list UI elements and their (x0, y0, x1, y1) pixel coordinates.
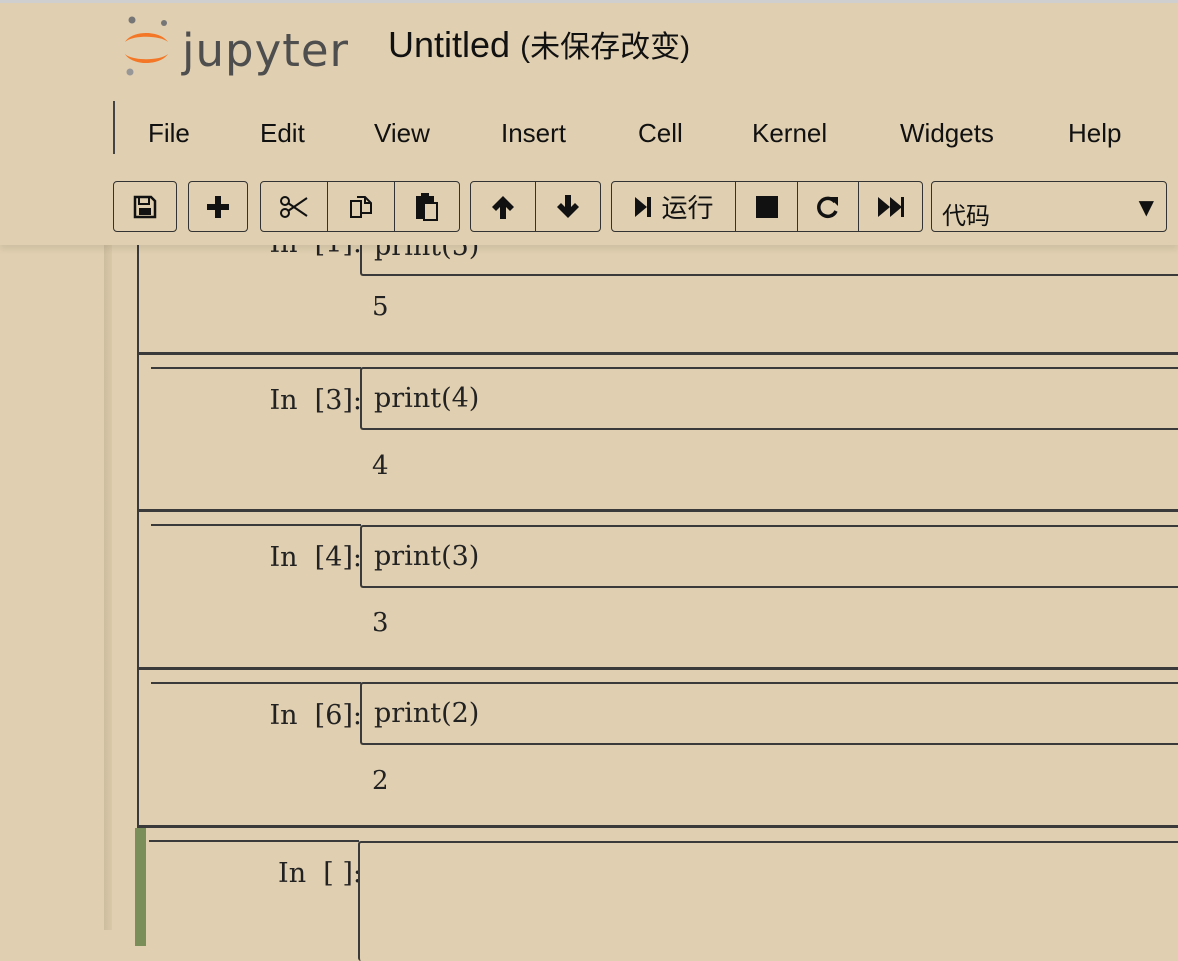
insert-group (188, 181, 248, 232)
plus-icon (207, 195, 229, 218)
fast-forward-icon (877, 196, 904, 217)
save-button[interactable] (113, 181, 177, 232)
save-group (113, 181, 177, 232)
cell-output: 4 (372, 451, 389, 481)
cell-prompt: In [ ]: (278, 858, 362, 889)
menu-insert[interactable]: Insert (501, 118, 566, 149)
logo-text: jupyter (182, 24, 350, 77)
cell-prompt: In [6]: (269, 700, 362, 731)
jupyter-logo-icon (125, 16, 168, 76)
save-icon (133, 195, 157, 218)
cell-output: 2 (372, 766, 389, 796)
restart-button[interactable] (797, 181, 859, 232)
cell-prompt: In [3]: (269, 385, 362, 416)
cell-output: 3 (372, 608, 389, 638)
paste-icon (416, 192, 438, 221)
cell-input[interactable]: print(2) (360, 682, 1178, 745)
insert-cell-button[interactable] (188, 181, 248, 232)
code-cell-3[interactable]: In [4]: print(3) 3 (137, 510, 1178, 669)
cell-divider (151, 367, 361, 369)
menubar-divider (113, 101, 115, 154)
arrow-up-icon (492, 195, 514, 219)
scissors-icon (280, 195, 308, 218)
cell-prompt: In [4]: (269, 542, 362, 573)
paste-button[interactable] (394, 181, 460, 232)
menu-widgets[interactable]: Widgets (900, 118, 994, 149)
code-cell-2[interactable]: In [3]: print(4) 4 (137, 353, 1178, 511)
page-shadow (104, 245, 112, 930)
chevron-down-icon: ▼ (1138, 195, 1154, 219)
top-border (0, 0, 1178, 3)
cell-divider (151, 524, 361, 526)
cell-input[interactable]: print(4) (360, 367, 1178, 430)
cell-code[interactable]: print(3) (374, 541, 479, 572)
run-button[interactable]: 运行 (611, 181, 736, 232)
menu-view[interactable]: View (374, 118, 430, 149)
stop-icon (755, 195, 778, 218)
cell-input[interactable] (358, 841, 1178, 961)
notebook-name[interactable]: Untitled (388, 24, 510, 65)
menu-file[interactable]: File (148, 118, 190, 149)
menu-cell[interactable]: Cell (638, 118, 683, 149)
menu-kernel[interactable]: Kernel (752, 118, 827, 149)
interrupt-button[interactable] (735, 181, 798, 232)
cell-input[interactable]: print(3) (360, 525, 1178, 588)
edit-group (260, 181, 460, 232)
active-cell-indicator (135, 828, 146, 946)
menu-edit[interactable]: Edit (260, 118, 305, 149)
arrow-down-icon (557, 194, 579, 218)
notebook-header: jupyter Untitled (未保存改变) File Edit View … (0, 0, 1178, 245)
notebook-title[interactable]: Untitled (未保存改变) (388, 22, 690, 66)
jupyter-logo[interactable]: jupyter (120, 14, 360, 78)
cell-divider (149, 840, 359, 842)
run-group: 运行 (611, 181, 923, 232)
copy-icon (350, 195, 372, 218)
cell-type-value: 代码 (942, 202, 990, 230)
menu-help[interactable]: Help (1068, 118, 1121, 149)
run-label: 运行 (661, 194, 714, 224)
cell-code[interactable]: print(2) (374, 698, 479, 729)
restart-icon (817, 196, 838, 218)
move-down-button[interactable] (535, 181, 601, 232)
cut-button[interactable] (260, 181, 328, 232)
code-cell-active[interactable]: In [ ]: (135, 826, 1178, 961)
move-group (470, 181, 601, 232)
step-forward-icon (635, 196, 652, 217)
code-cell-4[interactable]: In [6]: print(2) 2 (137, 668, 1178, 827)
cell-code[interactable]: print(4) (374, 383, 479, 414)
move-up-button[interactable] (470, 181, 536, 232)
save-status: (未保存改变) (520, 31, 691, 64)
copy-button[interactable] (327, 181, 395, 232)
cell-output: 5 (372, 292, 389, 322)
run-all-button[interactable] (858, 181, 923, 232)
cell-type-select[interactable]: 代码 ▼ (931, 181, 1167, 232)
cell-divider (151, 682, 361, 684)
